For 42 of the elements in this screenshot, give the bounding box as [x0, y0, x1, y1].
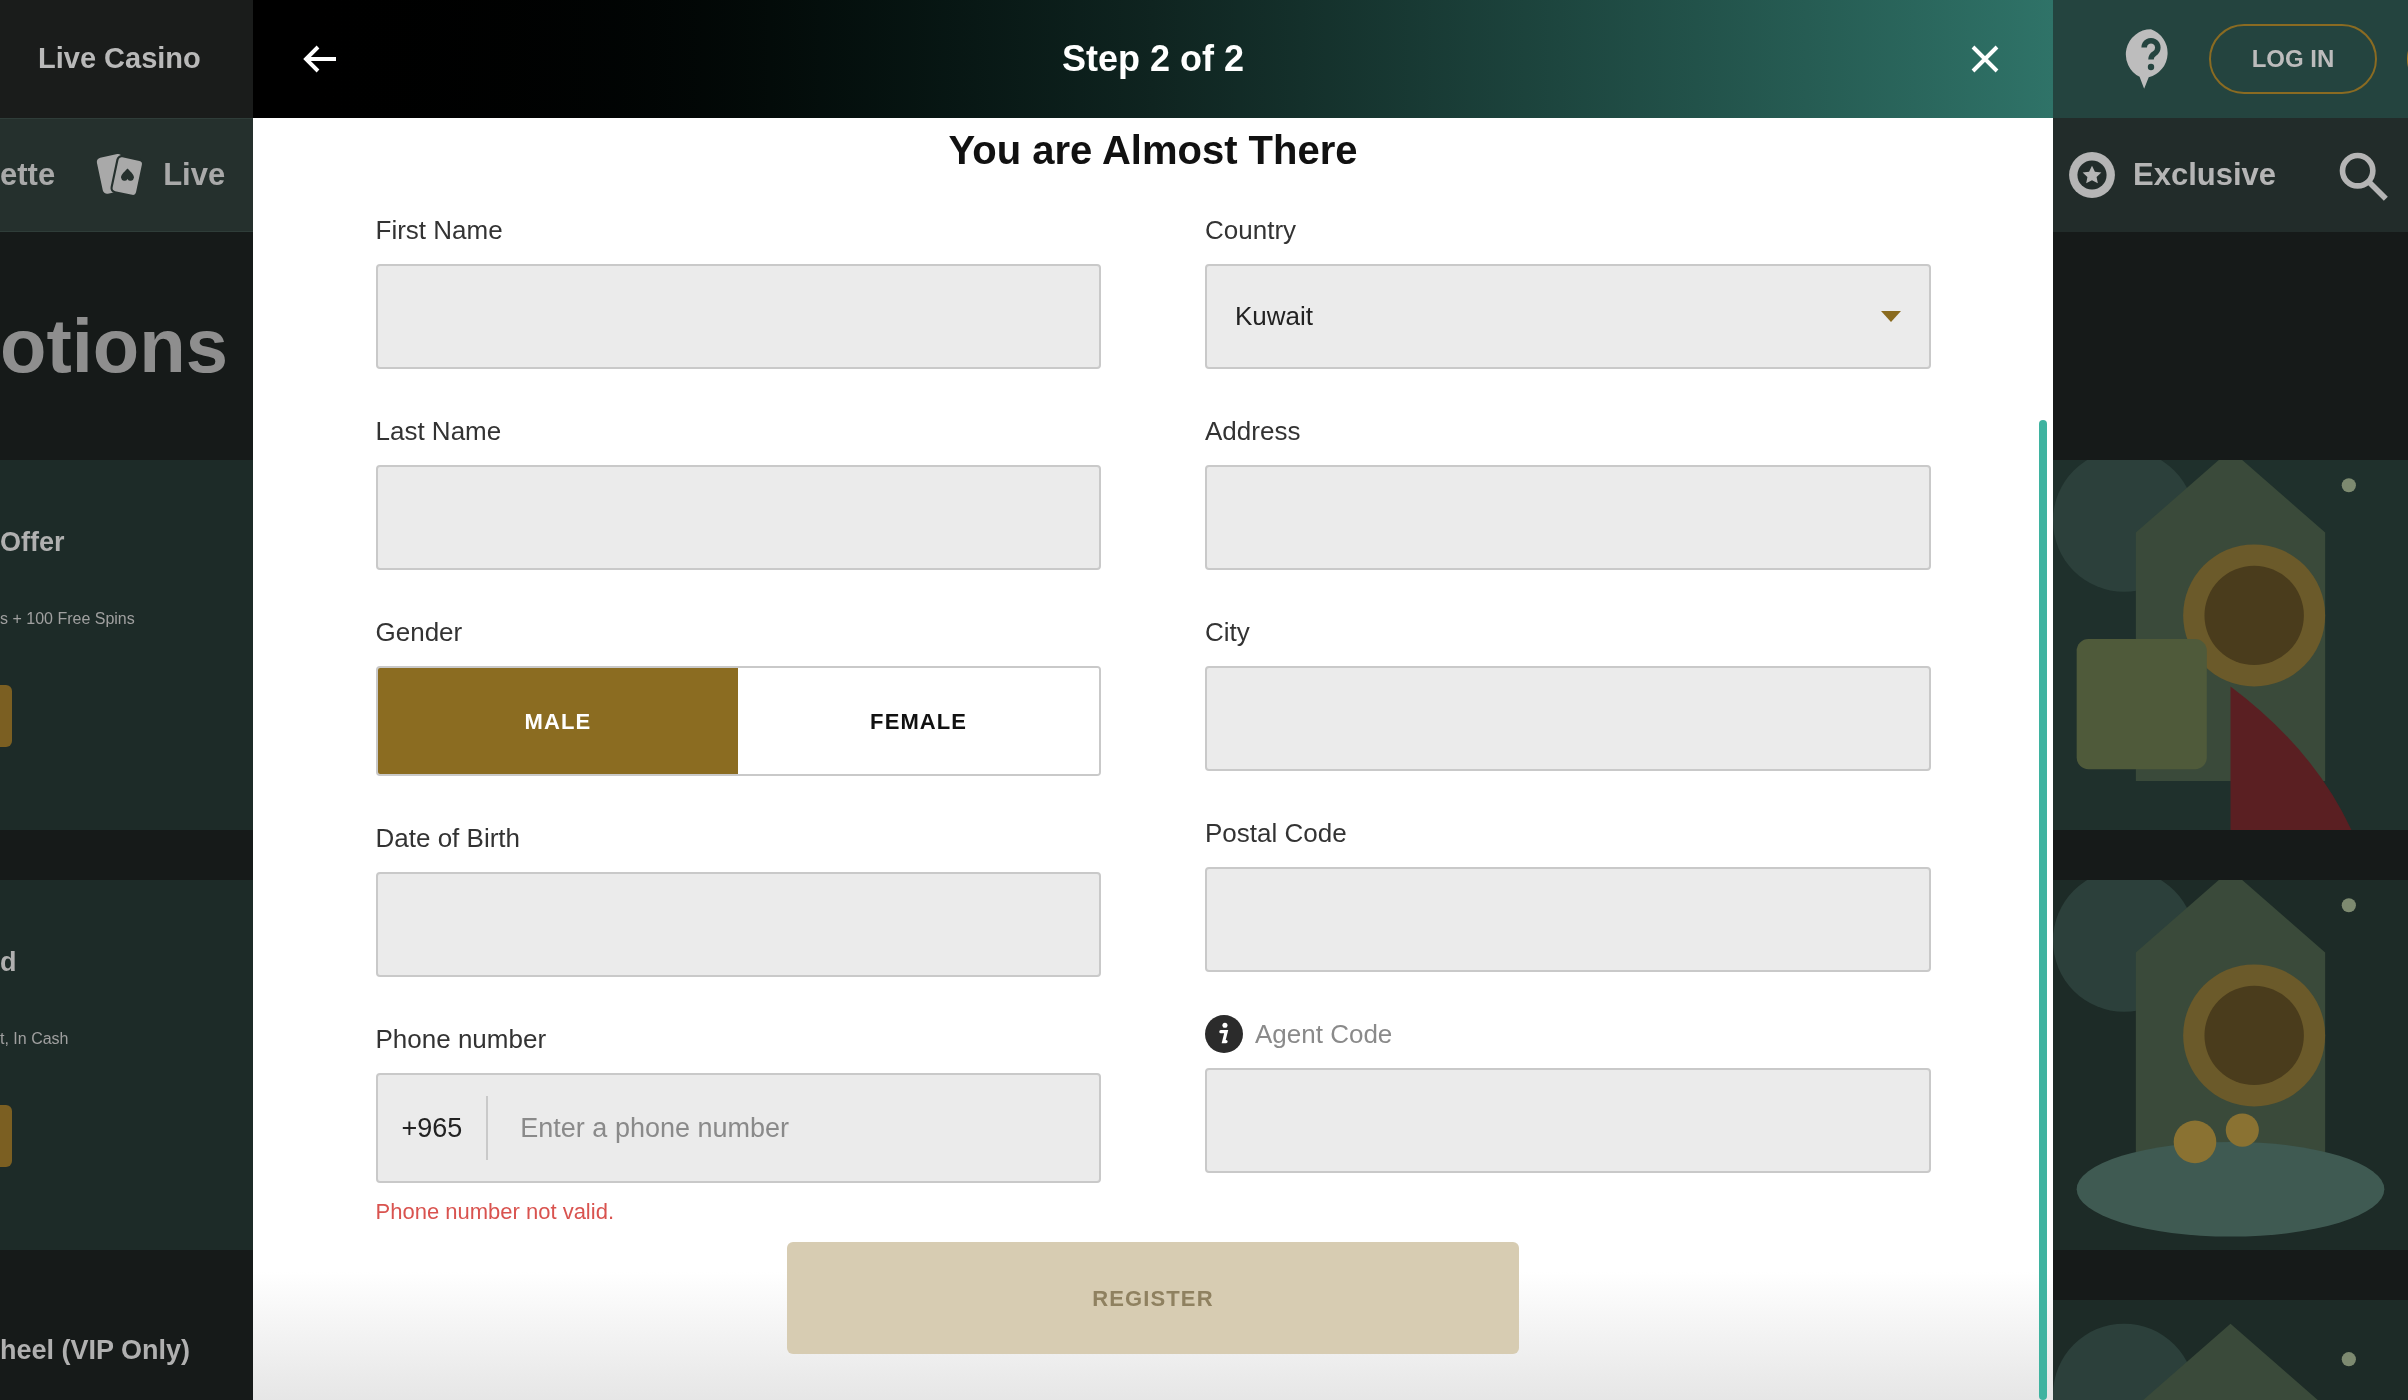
dialog-title: Step 2 of 2	[1061, 37, 1244, 81]
promo-button[interactable]	[0, 684, 12, 747]
field-label: City	[1205, 615, 1250, 649]
promo-button[interactable]	[0, 1104, 12, 1167]
promo-title: Offer	[0, 526, 66, 559]
text-field[interactable]	[375, 465, 1101, 570]
login-button[interactable]: LOG IN	[2209, 24, 2377, 94]
error-message: Phone number not valid.	[375, 1198, 615, 1226]
field-label: Country	[1205, 213, 1297, 247]
nav-item[interactable]: Live	[163, 151, 226, 199]
nav-item[interactable]: ette	[0, 151, 56, 199]
country-code[interactable]: +965	[377, 1096, 489, 1160]
page-heading: otions	[0, 308, 228, 384]
field-label: Address	[1205, 414, 1301, 448]
promo-subtitle: s + 100 Free Spins	[0, 608, 136, 629]
info-icon[interactable]	[1205, 1015, 1243, 1053]
nav-item[interactable]: Exclusive	[2133, 151, 2277, 199]
country-select[interactable]: Kuwait	[1205, 264, 1931, 369]
text-field[interactable]	[375, 872, 1101, 977]
phone-field[interactable]: +965 Enter a phone number	[375, 1073, 1101, 1183]
back-arrow-icon	[303, 44, 339, 74]
text-field[interactable]	[1205, 465, 1931, 570]
close-icon	[1970, 44, 2000, 74]
gender-option[interactable]: MALE	[377, 668, 739, 774]
dropdown-caret-icon	[1880, 311, 1901, 322]
dialog-heading: You are Almost There	[948, 130, 1358, 170]
scrollbar[interactable]	[2039, 420, 2047, 1400]
text-field[interactable]	[1205, 1068, 1931, 1173]
field-label: Phone number	[375, 1022, 547, 1056]
promo-title: heel (VIP Only)	[0, 1333, 191, 1367]
field-label: Gender	[375, 615, 463, 649]
field-label: Postal Code	[1205, 816, 1347, 850]
field-label: Date of Birth	[375, 821, 520, 855]
field-label: First Name	[375, 213, 503, 247]
promo-title: d	[0, 946, 18, 979]
field-label: Agent Code	[1255, 1017, 1393, 1051]
field-label: Last Name	[375, 414, 502, 448]
promo-subtitle: t, In Cash	[0, 1028, 70, 1049]
text-field[interactable]	[1205, 666, 1931, 771]
star-badge-icon	[2067, 150, 2117, 200]
text-field[interactable]	[1205, 867, 1931, 972]
text-field[interactable]	[375, 264, 1101, 369]
